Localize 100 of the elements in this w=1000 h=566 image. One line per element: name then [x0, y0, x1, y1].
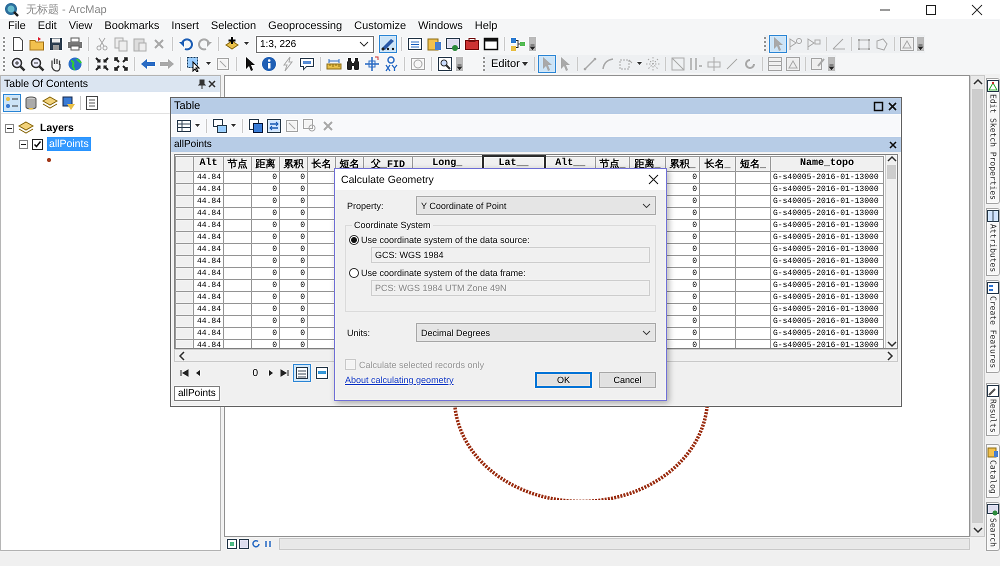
scroll-up-icon[interactable] — [886, 155, 896, 163]
toolbar-options-icon[interactable] — [529, 36, 536, 52]
window-globe-icon[interactable] — [445, 36, 461, 52]
list-by-drawing-order-icon[interactable] — [4, 94, 20, 111]
connected-boxes-icon[interactable] — [510, 36, 526, 52]
select-by-attributes-icon[interactable] — [248, 118, 264, 134]
dock-tab[interactable]: Create Features — [986, 280, 1000, 373]
menu-item[interactable]: Windows — [412, 19, 469, 34]
close-icon[interactable] — [969, 2, 985, 18]
star-icon[interactable] — [644, 56, 661, 72]
database-icon[interactable] — [23, 94, 39, 111]
magnifier-window-icon[interactable] — [437, 56, 453, 72]
refresh-icon[interactable] — [251, 539, 261, 549]
column-header[interactable]: 长名_ — [700, 156, 736, 171]
cabinet-icon[interactable] — [426, 36, 442, 52]
column-header[interactable]: Alt — [194, 156, 224, 171]
help-link[interactable]: About calculating geometry — [345, 375, 528, 385]
printer-icon[interactable] — [67, 36, 83, 52]
radio-button[interactable] — [349, 235, 359, 245]
units-dropdown[interactable]: Decimal Degrees — [416, 323, 656, 342]
property-dropdown[interactable]: Y Coordinate of Point — [416, 196, 656, 215]
zoom-in-icon[interactable] — [10, 56, 26, 72]
data-view-icon[interactable] — [239, 539, 249, 549]
vertical-scrollbar[interactable] — [885, 155, 897, 348]
scroll-right-icon[interactable] — [886, 350, 894, 360]
binoculars-icon[interactable] — [345, 56, 361, 72]
toolbar-options-icon[interactable] — [828, 56, 835, 72]
first-record-icon[interactable] — [179, 368, 189, 378]
scroll-down-icon[interactable] — [972, 526, 982, 534]
layers-icon[interactable] — [42, 94, 58, 111]
menu-item[interactable]: File — [2, 19, 32, 34]
scroll-thumb[interactable] — [972, 89, 983, 523]
close-icon[interactable] — [207, 79, 217, 90]
table-tab[interactable]: allPoints — [174, 386, 220, 401]
coordinate-system-field[interactable]: GCS: WGS 1984 — [371, 247, 650, 263]
scroll-up-icon[interactable] — [972, 78, 982, 86]
column-header[interactable]: 短名_ — [736, 156, 770, 171]
show-selected-icon[interactable] — [314, 365, 330, 381]
table-options-icon[interactable] — [176, 118, 192, 134]
pin-icon[interactable] — [197, 79, 207, 90]
pencil-icon[interactable] — [380, 36, 396, 52]
horizontal-scrollbar[interactable] — [279, 538, 970, 550]
new-page-icon[interactable] — [10, 36, 26, 52]
scroll-down-icon[interactable] — [886, 340, 896, 348]
column-header[interactable]: 距离 — [252, 156, 280, 171]
scale-field[interactable]: 1:3, 226 — [256, 36, 374, 53]
collapse-toggle[interactable] — [5, 124, 14, 133]
close-icon[interactable] — [887, 100, 898, 112]
dock-tab[interactable]: Edit Sketch Properties — [986, 78, 1000, 204]
restore-icon[interactable] — [873, 100, 884, 112]
switch-selection-icon[interactable] — [266, 118, 282, 134]
crosshair-icon[interactable] — [364, 56, 380, 72]
ruler-icon[interactable] — [326, 56, 342, 72]
select-features-icon[interactable] — [186, 56, 202, 72]
show-all-records-icon[interactable] — [294, 365, 310, 381]
collapse-toggle[interactable] — [19, 140, 28, 149]
console-icon[interactable] — [483, 36, 499, 52]
last-record-icon[interactable] — [280, 368, 290, 378]
record-field[interactable]: 0 — [207, 366, 262, 380]
column-header[interactable]: 节点 — [224, 156, 252, 171]
globe-icon[interactable] — [67, 56, 83, 72]
add-data-icon[interactable] — [224, 36, 240, 52]
toolbar-options-icon[interactable] — [917, 36, 924, 52]
menu-item[interactable]: Edit — [32, 19, 63, 34]
inward-arrows-icon[interactable] — [94, 56, 110, 72]
dock-tab[interactable]: Attributes — [986, 208, 1000, 276]
close-icon[interactable] — [647, 173, 660, 186]
option-label[interactable]: Use coordinate system of the data source: — [361, 235, 530, 245]
speech-bubble-icon[interactable] — [299, 56, 315, 72]
dock-tab[interactable]: Catalog — [986, 444, 1000, 498]
toolbar-options-icon[interactable] — [456, 56, 463, 72]
menu-item[interactable]: Geoprocessing — [262, 19, 348, 34]
cancel-button[interactable]: Cancel — [599, 372, 656, 388]
toolbox-icon[interactable] — [464, 36, 480, 52]
ok-button[interactable]: OK — [535, 372, 592, 388]
scroll-thumb[interactable] — [887, 165, 896, 179]
info-icon[interactable] — [261, 56, 277, 72]
coordinate-icon[interactable] — [383, 56, 399, 72]
close-icon[interactable] — [888, 140, 898, 150]
column-header[interactable]: 累积_ — [666, 156, 700, 171]
list-window-icon[interactable] — [407, 36, 423, 52]
layout-view-icon[interactable] — [227, 539, 237, 549]
editor-menu[interactable]: Editor — [488, 57, 531, 72]
related-tables-icon[interactable] — [212, 118, 228, 134]
layer-checkbox[interactable] — [32, 138, 43, 150]
options-list-icon[interactable] — [84, 94, 100, 111]
dock-tab[interactable]: Results — [986, 382, 1000, 436]
menu-item[interactable]: Bookmarks — [98, 19, 166, 34]
undo-icon[interactable] — [178, 36, 194, 52]
menu-item[interactable]: Insert — [165, 19, 205, 34]
scroll-left-icon[interactable] — [178, 350, 186, 360]
column-header[interactable]: Name_topo — [770, 156, 884, 171]
zoom-out-icon[interactable] — [29, 56, 45, 72]
menu-item[interactable]: Selection — [204, 19, 262, 34]
visibility-icon[interactable] — [61, 94, 77, 111]
menu-item[interactable]: Help — [468, 19, 504, 34]
outward-arrows-icon[interactable] — [113, 56, 129, 72]
pause-icon[interactable] — [263, 539, 273, 549]
layer-name[interactable]: Layers — [38, 121, 76, 136]
menu-item[interactable]: View — [62, 19, 98, 34]
